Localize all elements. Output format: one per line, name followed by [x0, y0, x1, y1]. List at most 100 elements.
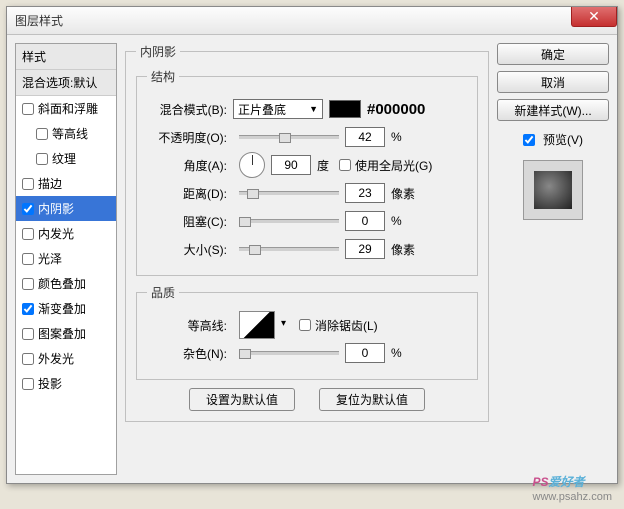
quality-fieldset: 品质 等高线: 消除锯齿(L) 杂色(N): % — [136, 284, 478, 380]
sidebar-label-4: 内阴影 — [38, 200, 74, 217]
antialiased-checkbox[interactable] — [299, 319, 311, 331]
sidebar-item-0[interactable]: 斜面和浮雕 — [16, 96, 116, 121]
choke-row: 阻塞(C): % — [147, 209, 467, 233]
set-default-button[interactable]: 设置为默认值 — [189, 388, 295, 411]
styles-sidebar: 样式 混合选项:默认 斜面和浮雕等高线纹理描边内阴影内发光光泽颜色叠加渐变叠加图… — [15, 43, 117, 475]
opacity-unit: % — [391, 130, 402, 144]
structure-fieldset: 结构 混合模式(B): 正片叠底 #000000 不透明度(O): % — [136, 68, 478, 276]
default-buttons-row: 设置为默认值 复位为默认值 — [136, 388, 478, 411]
sidebar-item-11[interactable]: 投影 — [16, 371, 116, 396]
choke-slider[interactable] — [239, 219, 339, 223]
antialiased-label: 消除锯齿(L) — [315, 317, 378, 334]
distance-input[interactable] — [345, 183, 385, 203]
reset-default-button[interactable]: 复位为默认值 — [319, 388, 425, 411]
sidebar-label-5: 内发光 — [38, 225, 74, 242]
contour-label: 等高线: — [147, 317, 227, 334]
angle-unit: 度 — [317, 157, 329, 174]
preview-swatch — [534, 171, 572, 209]
size-row: 大小(S): 像素 — [147, 237, 467, 261]
opacity-row: 不透明度(O): % — [147, 125, 467, 149]
sidebar-label-0: 斜面和浮雕 — [38, 100, 98, 117]
sidebar-label-10: 外发光 — [38, 350, 74, 367]
sidebar-header-styles: 样式 — [16, 44, 116, 70]
titlebar: 图层样式 ✕ — [7, 7, 617, 35]
quality-legend: 品质 — [147, 284, 179, 301]
sidebar-checkbox-2[interactable] — [36, 153, 48, 165]
watermark-text: 爱好者 — [549, 475, 585, 489]
sidebar-item-7[interactable]: 颜色叠加 — [16, 271, 116, 296]
choke-label: 阻塞(C): — [147, 213, 227, 230]
preview-label: 预览(V) — [543, 131, 583, 148]
sidebar-item-8[interactable]: 渐变叠加 — [16, 296, 116, 321]
contour-picker[interactable] — [239, 311, 275, 339]
preview-checkbox[interactable] — [523, 134, 535, 146]
angle-label: 角度(A): — [147, 157, 227, 174]
watermark-url: www.psahz.com — [533, 491, 612, 503]
angle-row: 角度(A): 度 使用全局光(G) — [147, 153, 467, 177]
sidebar-label-11: 投影 — [38, 375, 62, 392]
ok-button[interactable]: 确定 — [497, 43, 609, 65]
sidebar-item-3[interactable]: 描边 — [16, 171, 116, 196]
sidebar-item-2[interactable]: 纹理 — [16, 146, 116, 171]
sidebar-checkbox-11[interactable] — [22, 378, 34, 390]
color-hex-label: #000000 — [367, 101, 425, 118]
distance-slider[interactable] — [239, 191, 339, 195]
choke-unit: % — [391, 214, 402, 228]
inner-shadow-legend: 内阴影 — [136, 43, 180, 60]
preview-box — [523, 160, 583, 220]
noise-slider[interactable] — [239, 351, 339, 355]
sidebar-label-3: 描边 — [38, 175, 62, 192]
sidebar-label-7: 颜色叠加 — [38, 275, 86, 292]
blend-mode-row: 混合模式(B): 正片叠底 #000000 — [147, 97, 467, 121]
sidebar-checkbox-3[interactable] — [22, 178, 34, 190]
sidebar-checkbox-4[interactable] — [22, 203, 34, 215]
sidebar-label-2: 纹理 — [52, 150, 76, 167]
sidebar-checkbox-1[interactable] — [36, 128, 48, 140]
content-area: 样式 混合选项:默认 斜面和浮雕等高线纹理描边内阴影内发光光泽颜色叠加渐变叠加图… — [7, 35, 617, 483]
distance-unit: 像素 — [391, 185, 415, 202]
sidebar-checkbox-9[interactable] — [22, 328, 34, 340]
sidebar-checkbox-10[interactable] — [22, 353, 34, 365]
noise-unit: % — [391, 346, 402, 360]
distance-row: 距离(D): 像素 — [147, 181, 467, 205]
contour-row: 等高线: 消除锯齿(L) — [147, 313, 467, 337]
size-unit: 像素 — [391, 241, 415, 258]
choke-input[interactable] — [345, 211, 385, 231]
sidebar-checkbox-5[interactable] — [22, 228, 34, 240]
blend-mode-label: 混合模式(B): — [147, 101, 227, 118]
sidebar-item-4[interactable]: 内阴影 — [16, 196, 116, 221]
angle-dial[interactable] — [239, 152, 265, 178]
sidebar-label-9: 图案叠加 — [38, 325, 86, 342]
dialog-window: 图层样式 ✕ 样式 混合选项:默认 斜面和浮雕等高线纹理描边内阴影内发光光泽颜色… — [6, 6, 618, 484]
new-style-button[interactable]: 新建样式(W)... — [497, 99, 609, 121]
sidebar-label-1: 等高线 — [52, 125, 88, 142]
blend-mode-combo[interactable]: 正片叠底 — [233, 99, 323, 119]
sidebar-item-9[interactable]: 图案叠加 — [16, 321, 116, 346]
close-button[interactable]: ✕ — [571, 7, 617, 27]
size-label: 大小(S): — [147, 241, 227, 258]
sidebar-item-1[interactable]: 等高线 — [16, 121, 116, 146]
sidebar-item-5[interactable]: 内发光 — [16, 221, 116, 246]
preview-row: 预览(V) — [497, 131, 609, 148]
watermark-ps: PS — [533, 475, 549, 489]
sidebar-checkbox-6[interactable] — [22, 253, 34, 265]
sidebar-header-blend[interactable]: 混合选项:默认 — [16, 70, 116, 96]
opacity-input[interactable] — [345, 127, 385, 147]
window-title: 图层样式 — [15, 12, 63, 29]
opacity-slider[interactable] — [239, 135, 339, 139]
angle-input[interactable] — [271, 155, 311, 175]
sidebar-checkbox-7[interactable] — [22, 278, 34, 290]
distance-label: 距离(D): — [147, 185, 227, 202]
sidebar-item-10[interactable]: 外发光 — [16, 346, 116, 371]
cancel-button[interactable]: 取消 — [497, 71, 609, 93]
sidebar-checkbox-0[interactable] — [22, 103, 34, 115]
sidebar-item-6[interactable]: 光泽 — [16, 246, 116, 271]
right-panel: 确定 取消 新建样式(W)... 预览(V) — [497, 43, 609, 475]
global-light-checkbox[interactable] — [339, 159, 351, 171]
shadow-color-swatch[interactable] — [329, 100, 361, 118]
noise-input[interactable] — [345, 343, 385, 363]
sidebar-checkbox-8[interactable] — [22, 303, 34, 315]
size-input[interactable] — [345, 239, 385, 259]
size-slider[interactable] — [239, 247, 339, 251]
watermark: PS爱好者 www.psahz.com — [533, 470, 612, 503]
